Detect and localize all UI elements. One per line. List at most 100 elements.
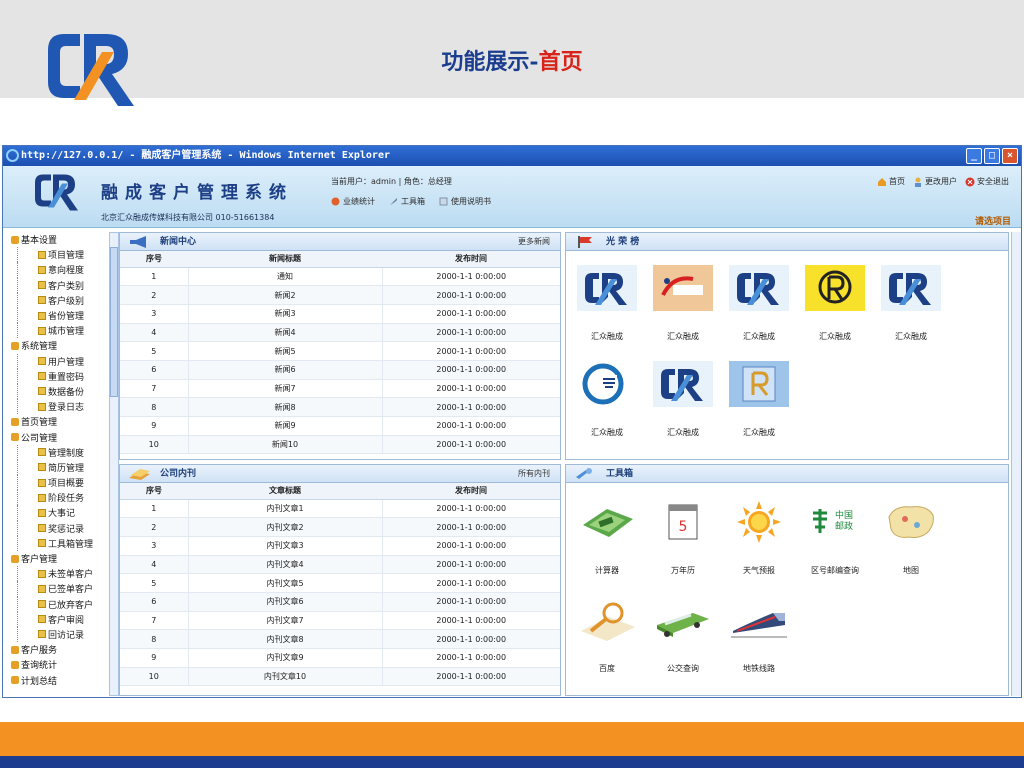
folder-icon [11, 554, 19, 563]
maximize-button[interactable]: □ [984, 148, 1000, 164]
tree-item[interactable]: 登录日志 [17, 399, 109, 415]
honor-item[interactable]: 汇众融成 [648, 361, 718, 438]
honor-item[interactable]: 汇众融成 [572, 361, 642, 438]
honor-item[interactable]: 汇众融成 [876, 265, 946, 342]
table-row[interactable]: 5 新闻5 2000-1-1 0:00:00 [120, 341, 560, 361]
logout-link[interactable]: 安全退出 [965, 176, 1009, 187]
tree-item[interactable]: 重置密码 [17, 368, 109, 384]
table-cell: 内刊文章8 [188, 629, 383, 649]
honor-item[interactable]: 汇众融成 [724, 361, 794, 438]
table-row[interactable]: 7 内刊文章7 2000-1-1 0:00:00 [120, 611, 560, 631]
tree-group[interactable]: 系统管理 [11, 338, 109, 353]
table-row[interactable]: 1 内刊文章1 2000-1-1 0:00:00 [120, 499, 560, 519]
tree-item[interactable]: 奖惩记录 [17, 520, 109, 536]
tool-item[interactable]: 计算器 [572, 499, 642, 576]
tree-group[interactable]: 公司管理 [11, 429, 109, 444]
honor-item[interactable]: 汇众融成 [648, 265, 718, 342]
table-cell: 10 [120, 435, 189, 455]
honor-item[interactable]: 汇众融成 [724, 265, 794, 342]
table-row[interactable]: 4 内刊文章4 2000-1-1 0:00:00 [120, 555, 560, 575]
tree-item[interactable]: 大事记 [17, 505, 109, 521]
calendar-icon: 5 [653, 499, 713, 545]
tree-item[interactable]: 未签单客户 [17, 566, 109, 582]
tree-item[interactable]: 城市管理 [17, 323, 109, 339]
toolbox-link[interactable]: 工具箱 [389, 196, 425, 207]
tree-item[interactable]: 已签单客户 [17, 581, 109, 597]
table-row[interactable]: 9 内刊文章9 2000-1-1 0:00:00 [120, 648, 560, 668]
table-row[interactable]: 6 新闻6 2000-1-1 0:00:00 [120, 360, 560, 380]
tool-item[interactable]: 百度 [572, 597, 642, 674]
tree-item[interactable]: 客户类别 [17, 277, 109, 293]
table-row[interactable]: 2 内刊文章2 2000-1-1 0:00:00 [120, 517, 560, 537]
tree-item[interactable]: 意向程度 [17, 262, 109, 278]
table-cell: 1 [120, 267, 189, 287]
tree-item[interactable]: 项目管理 [17, 247, 109, 263]
performance-link[interactable]: 业绩统计 [331, 196, 375, 207]
tree-group[interactable]: 首页管理 [11, 414, 109, 429]
tree-group[interactable]: 查询统计 [11, 657, 109, 672]
tree-item[interactable]: 数据备份 [17, 383, 109, 400]
table-row[interactable]: 8 新闻8 2000-1-1 0:00:00 [120, 397, 560, 417]
tree-item[interactable]: 省份管理 [17, 307, 109, 324]
page-icon [38, 357, 46, 366]
minimize-button[interactable]: _ [966, 148, 982, 164]
honor-item[interactable]: 汇众融成 [572, 265, 642, 342]
table-row[interactable]: 3 内刊文章3 2000-1-1 0:00:00 [120, 536, 560, 556]
tree-group[interactable]: 基本设置 [11, 232, 109, 247]
table-cell: 通知 [188, 267, 383, 287]
manual-link[interactable]: 使用说明书 [439, 196, 491, 207]
change-user-link[interactable]: 更改用户 [913, 176, 957, 187]
table-row[interactable]: 3 新闻3 2000-1-1 0:00:00 [120, 304, 560, 324]
table-cell: 2000-1-1 0:00:00 [382, 499, 560, 519]
journal-header: 公司内刊 所有内刊 [120, 465, 560, 483]
app-name: 融成客户管理系统 [101, 183, 293, 203]
journal-panel: 公司内刊 所有内刊 序号 文章标题 发布时间 1 内刊文章1 2000-1-1 0:… [119, 464, 561, 696]
tree-item[interactable]: 项目概要 [17, 475, 109, 491]
table-cell: 2000-1-1 0:00:00 [382, 341, 560, 361]
home-link[interactable]: 首页 [877, 176, 905, 187]
select-project[interactable]: 请选项目 [975, 214, 1011, 227]
table-cell: 新闻7 [188, 379, 383, 399]
table-row[interactable]: 5 内刊文章5 2000-1-1 0:00:00 [120, 573, 560, 593]
tool-item[interactable]: 5 万年历 [648, 499, 718, 576]
table-cell: 内刊文章3 [188, 536, 383, 556]
user-icon [915, 177, 921, 187]
table-row[interactable]: 2 新闻2 2000-1-1 0:00:00 [120, 285, 560, 305]
table-row[interactable]: 4 新闻4 2000-1-1 0:00:00 [120, 323, 560, 343]
tool-item[interactable]: 天气预报 [724, 499, 794, 576]
tree-item[interactable]: 管理制度 [17, 444, 109, 460]
tree-group[interactable]: 计划总结 [11, 672, 109, 687]
tree-item[interactable]: 客户级别 [17, 292, 109, 308]
tree-item[interactable]: 已放弃客户 [17, 596, 109, 612]
table-row[interactable]: 7 新闻7 2000-1-1 0:00:00 [120, 379, 560, 399]
table-row[interactable]: 6 内刊文章6 2000-1-1 0:00:00 [120, 592, 560, 612]
all-journals-link[interactable]: 所有内刊 [518, 465, 550, 483]
tree-item[interactable]: 简历管理 [17, 459, 109, 475]
tree-item[interactable]: 用户管理 [17, 353, 109, 369]
tree-item[interactable]: 工具箱管理 [17, 535, 109, 551]
table-cell: 6 [120, 592, 189, 612]
table-row[interactable]: 10 内刊文章10 2000-1-1 0:00:00 [120, 667, 560, 687]
sidebar-scrollbar[interactable] [109, 232, 119, 696]
tree-group[interactable]: 客户管理 [11, 551, 109, 566]
tool-item[interactable]: 地图 [876, 499, 946, 576]
tool-item[interactable]: 中国 邮政 区号邮编查询 [800, 499, 870, 576]
tree-label: 项目概要 [48, 479, 85, 490]
tool-item[interactable]: 公交查询 [648, 597, 718, 674]
table-row[interactable]: 10 新闻10 2000-1-1 0:00:00 [120, 435, 560, 455]
tool-item[interactable]: 地铁线路 [724, 597, 794, 674]
tree-item[interactable]: 客户审阅 [17, 611, 109, 627]
table-row[interactable]: 8 内刊文章8 2000-1-1 0:00:00 [120, 629, 560, 649]
page-scrollbar[interactable] [1011, 232, 1021, 696]
tree-item[interactable]: 回访记录 [17, 626, 109, 643]
honor-item[interactable]: 汇众融成 [800, 265, 870, 342]
table-row[interactable]: 1 通知 2000-1-1 0:00:00 [120, 267, 560, 287]
page-icon [38, 493, 46, 502]
tree-group[interactable]: 客户服务 [11, 642, 109, 657]
table-row[interactable]: 9 新闻9 2000-1-1 0:00:00 [120, 416, 560, 436]
page-icon [38, 569, 46, 578]
more-news-link[interactable]: 更多新闻 [518, 233, 550, 251]
close-button[interactable]: × [1002, 148, 1018, 164]
tree-label: 计划总结 [21, 676, 58, 687]
tree-item[interactable]: 阶段任务 [17, 490, 109, 506]
